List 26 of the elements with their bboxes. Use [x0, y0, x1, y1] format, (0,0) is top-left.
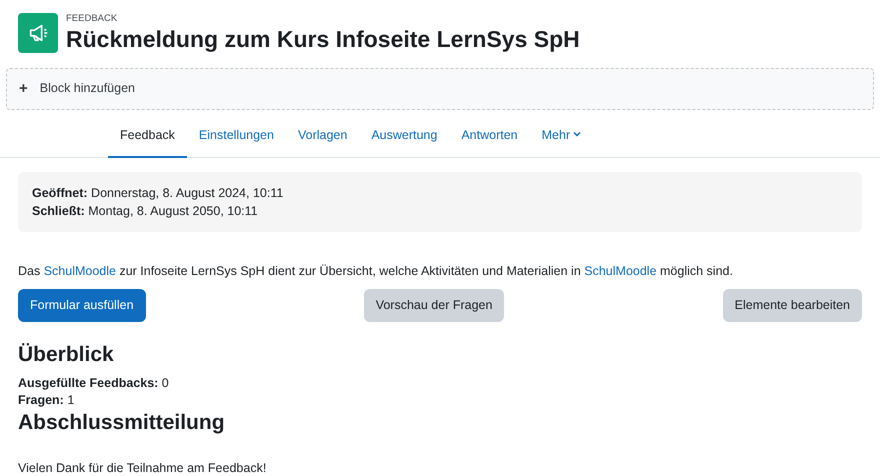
- section-heading: Abschlussmitteilung: [18, 410, 226, 435]
- description-text: Das SchulMoodle zur Infoseite LernSys SpH dient zur Übersicht, welche Aktivitäten und Materialien in SchulMoodle möglich sind.: [18, 263, 734, 280]
- category-label: FEEDBACK: [66, 12, 118, 26]
- nav-tab[interactable]: Antworten: [449, 116, 530, 158]
- nav-tab[interactable]: Auswertung: [359, 116, 450, 158]
- section-heading: Überblick: [18, 342, 115, 367]
- completion-message: Vielen Dank für die Teilnahme am Feedback!: [18, 460, 268, 476]
- caret-icon: [573, 130, 582, 138]
- add-block-label: Block hinzufügen: [40, 80, 135, 98]
- nav-tab[interactable]: Einstellungen: [186, 116, 286, 158]
- action-button[interactable]: Formular ausfüllen: [18, 288, 146, 322]
- page-title: Rückmeldung zum Kurs Infoseite LernSys SpH: [66, 26, 580, 54]
- nav-tab[interactable]: Feedback: [108, 116, 187, 158]
- stat-line: Fragen: 1: [18, 392, 76, 410]
- schulmoodle-link[interactable]: SchulMoodle: [584, 264, 657, 278]
- action-button[interactable]: Vorschau der Fragen: [364, 288, 504, 322]
- action-button[interactable]: Elemente bearbeiten: [722, 288, 862, 322]
- nav-tab[interactable]: Vorlagen: [286, 116, 360, 158]
- date-line: Schließt: Montag, 8. August 2050, 10:11: [32, 202, 259, 220]
- date-line: Geöffnet: Donnerstag, 8. August 2024, 10:11: [32, 184, 284, 202]
- add-block-area[interactable]: + Block hinzufügen: [6, 68, 874, 110]
- stat-line: Ausgefüllte Feedbacks: 0: [18, 374, 170, 392]
- activity-icon: [18, 12, 58, 53]
- more-menu[interactable]: Mehr: [530, 116, 594, 158]
- schulmoodle-link[interactable]: SchulMoodle: [44, 264, 116, 278]
- plus-icon: +: [19, 78, 28, 100]
